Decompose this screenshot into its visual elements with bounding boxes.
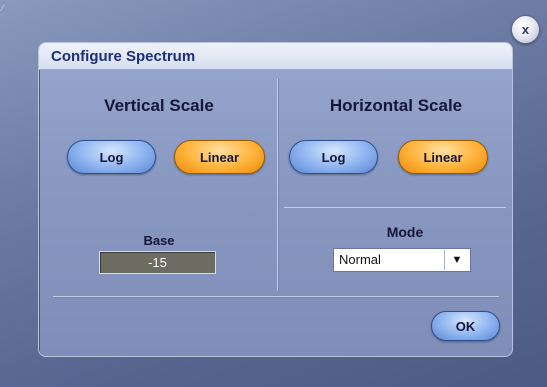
horizontal-log-button[interactable]: Log [289, 140, 378, 174]
section-divider-horizontal [284, 207, 506, 208]
dialog-title-bar: Configure Spectrum [39, 43, 512, 70]
configure-spectrum-dialog: Configure Spectrum Vertical Scale Horizo… [38, 42, 513, 357]
vertical-log-button[interactable]: Log [67, 140, 156, 174]
footer-divider [53, 296, 499, 297]
chevron-down-icon[interactable]: ▼ [444, 250, 469, 270]
section-divider-vertical [277, 79, 278, 291]
close-icon: x [521, 22, 530, 37]
vertical-scale-title: Vertical Scale [104, 96, 214, 115]
mode-label: Mode [386, 224, 424, 240]
mode-select-value: Normal [339, 252, 381, 267]
grip-icon: ⁄ [2, 3, 4, 13]
horizontal-scale-title: Horizontal Scale [329, 96, 463, 115]
vertical-linear-button[interactable]: Linear [174, 140, 265, 174]
horizontal-linear-button[interactable]: Linear [398, 140, 488, 174]
mode-select[interactable]: Normal ▼ [333, 248, 471, 272]
base-field[interactable]: -15 [99, 251, 216, 274]
close-button[interactable]: x [511, 15, 540, 44]
ok-button[interactable]: OK [431, 311, 500, 341]
dialog-title: Configure Spectrum [51, 48, 196, 65]
base-label: Base [143, 233, 175, 248]
